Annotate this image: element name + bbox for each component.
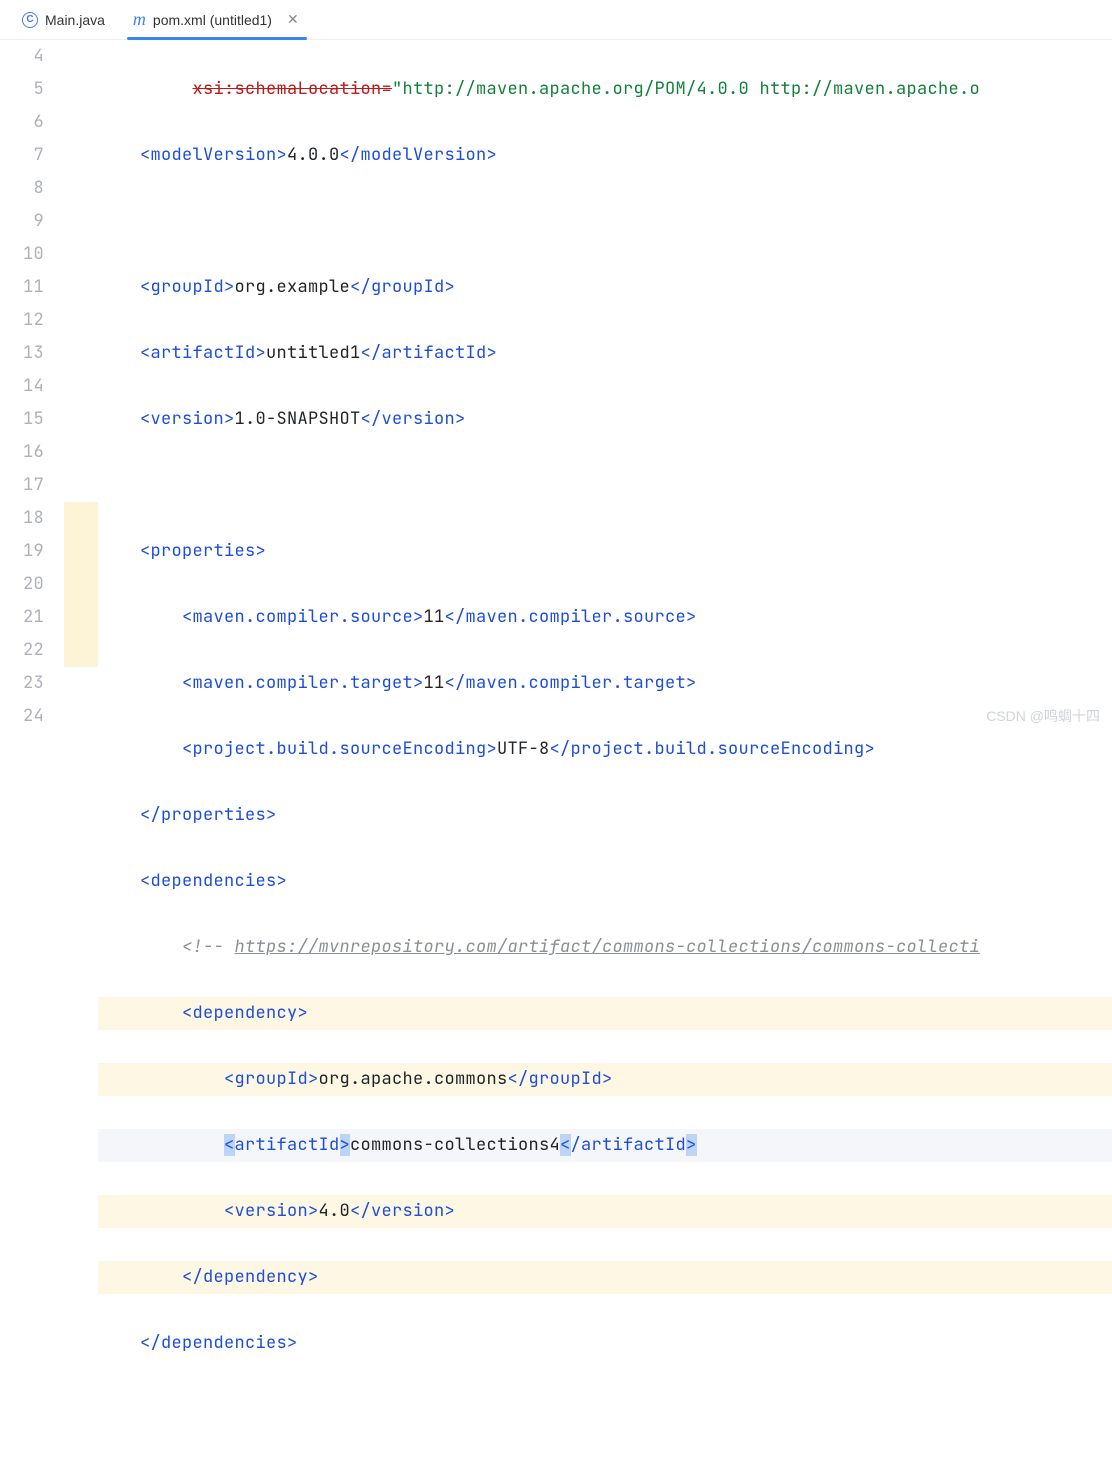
java-class-icon: C <box>22 12 38 28</box>
code-line: <version>1.0-SNAPSHOT</version> <box>98 403 1112 436</box>
code-line: xsi:schemaLocation="http://maven.apache.… <box>98 73 1112 106</box>
code-line: <modelVersion>4.0.0</modelVersion> <box>98 139 1112 172</box>
code-line: <maven.compiler.target>11</maven.compile… <box>98 667 1112 700</box>
code-line <box>98 469 1112 502</box>
editor-tabs: C Main.java m pom.xml (untitled1) ✕ <box>0 0 1112 40</box>
code-line: </properties> <box>98 799 1112 832</box>
tab-label: Main.java <box>45 12 105 28</box>
code-line <box>98 1393 1112 1426</box>
code-editor[interactable]: 4 5 6 7 8 9 10 11 12 13 14 15 16 17 18 1… <box>0 40 1112 1460</box>
code-line: </dependencies> <box>98 1327 1112 1360</box>
code-line: <groupId>org.apache.commons</groupId> <box>98 1063 1112 1096</box>
tab-pom-xml[interactable]: m pom.xml (untitled1) ✕ <box>119 0 315 40</box>
maven-icon: m <box>133 9 146 30</box>
code-line: <artifactId>commons-collections4</artifa… <box>98 1129 1112 1162</box>
code-line: <version>4.0</version> <box>98 1195 1112 1228</box>
code-line: <project.build.sourceEncoding>UTF-8</pro… <box>98 733 1112 766</box>
line-number-gutter: 4 5 6 7 8 9 10 11 12 13 14 15 16 17 18 1… <box>0 40 64 1460</box>
code-line: <artifactId>untitled1</artifactId> <box>98 337 1112 370</box>
code-line: <groupId>org.example</groupId> <box>98 271 1112 304</box>
code-line: <maven.compiler.source>11</maven.compile… <box>98 601 1112 634</box>
tab-main-java[interactable]: C Main.java <box>8 0 119 40</box>
close-icon[interactable]: ✕ <box>285 11 301 28</box>
code-line: <dependencies> <box>98 865 1112 898</box>
code-line <box>98 205 1112 238</box>
code-line: <properties> <box>98 535 1112 568</box>
watermark: CSDN @鸣蜩十四 <box>986 706 1100 726</box>
code-line: </dependency> <box>98 1261 1112 1294</box>
tab-label: pom.xml (untitled1) <box>153 12 272 28</box>
code-line: <!-- https://mvnrepository.com/artifact/… <box>98 931 1112 964</box>
change-marker-margin <box>64 40 98 1460</box>
code-line: <dependency> <box>98 997 1112 1030</box>
code-content[interactable]: xsi:schemaLocation="http://maven.apache.… <box>98 40 1112 1460</box>
